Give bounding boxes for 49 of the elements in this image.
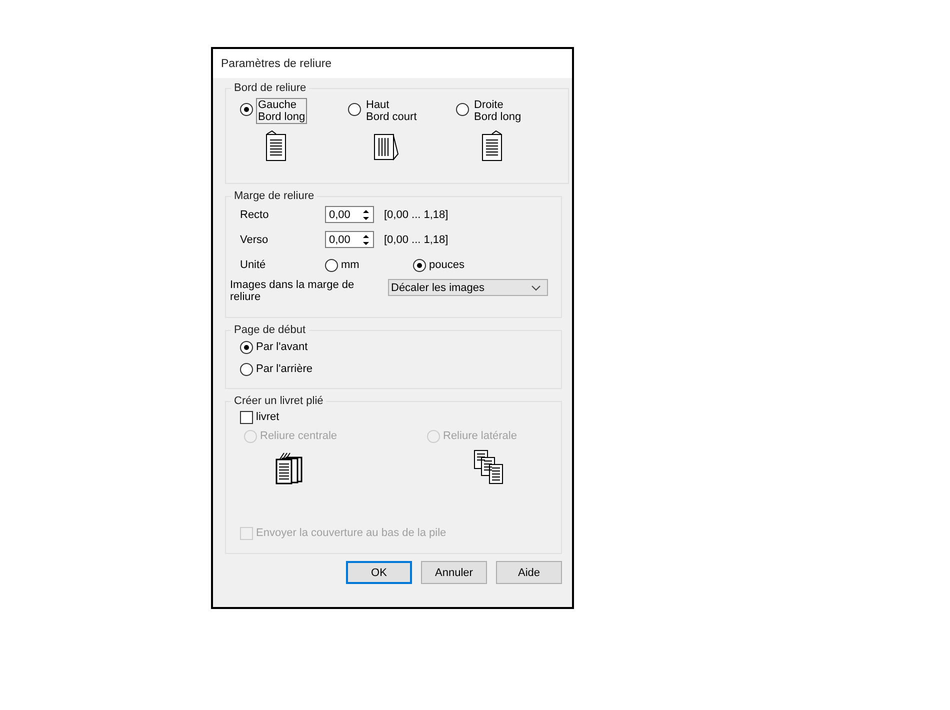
radio-option[interactable]: Droite Bord long [456,98,564,124]
range-text: [0,00 ... 1,18] [384,208,448,220]
field-label: Images dans la marge de reliure [230,279,356,303]
dropdown[interactable]: Décaler les images [388,279,548,296]
radio-label: Droite Bord long [473,98,522,124]
radio-button[interactable] [413,258,426,272]
checkbox[interactable] [240,410,253,424]
radio-label: mm [341,259,360,271]
radio-label: Par l'arrière [256,363,313,375]
group-title: Page de début [233,324,307,336]
dialog-button[interactable]: Aide [496,561,562,584]
radio-option[interactable]: Par l'avant [230,336,557,358]
document-icon [264,130,288,162]
checkbox-option[interactable]: livret [230,407,557,427]
radio-button[interactable] [240,340,253,354]
documents-icon [473,449,505,485]
booklet-icon [274,451,304,485]
dialog-button[interactable]: Annuler [421,561,487,584]
field-label: Verso [240,234,270,246]
radio-label: Gauche Bord long [256,98,308,124]
radio-button[interactable] [348,103,361,116]
chevron-down-icon [531,284,541,290]
field-label: Unité [240,259,267,271]
radio-label: Par l'avant [256,341,308,353]
radio-option[interactable]: mm [325,258,413,272]
radio-label: Reliure centrale [260,430,338,442]
field-label: Recto [240,208,270,220]
radio-label: Reliure latérale [443,430,517,442]
radio-button[interactable] [240,103,253,116]
window-title: Paramètres de reliure [213,49,572,78]
radio-option[interactable]: Haut Bord court [348,98,456,124]
group-title: Bord de reliure [233,82,308,94]
number-field[interactable]: 0,00 [325,206,374,223]
group-title: Marge de reliure [233,190,316,202]
radio-button[interactable] [325,258,338,272]
number-field[interactable]: 0,00 [325,231,374,248]
radio-label: Haut Bord court [365,98,418,124]
document-icon [480,130,504,162]
radio-button[interactable] [456,103,469,116]
checkbox-label: Envoyer la couverture au bas de la pile [256,527,446,539]
checkbox-label: livret [256,411,280,423]
radio-option[interactable]: Gauche Bord long [240,98,348,124]
radio-label: pouces [429,259,464,271]
range-text: [0,00 ... 1,18] [384,234,448,246]
ok-button[interactable]: OK [346,561,412,584]
radio-option[interactable]: Par l'arrière [230,358,557,380]
radio-option[interactable]: pouces [413,258,464,272]
group-title: Créer un livret plié [233,395,324,407]
radio-button[interactable] [240,362,253,376]
